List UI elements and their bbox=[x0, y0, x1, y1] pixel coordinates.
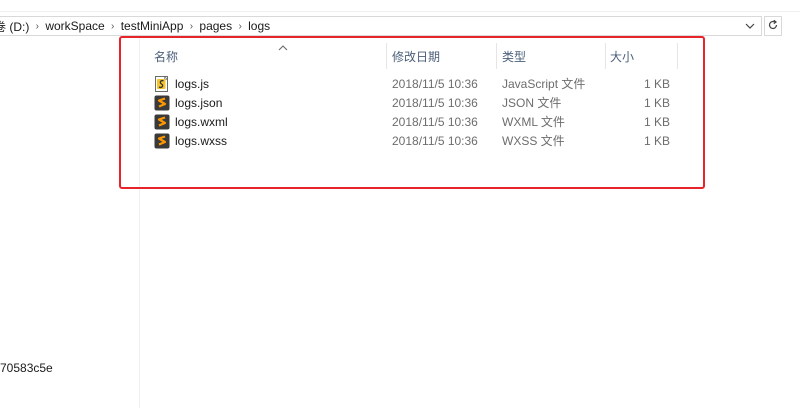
breadcrumb-testminiapp[interactable]: testMiniApp bbox=[121, 19, 184, 33]
file-modified-date: 2018/11/5 10:36 bbox=[392, 133, 478, 148]
file-size: 1 KB bbox=[643, 76, 670, 91]
js-file-icon bbox=[154, 75, 170, 92]
file-row[interactable]: logs.wxss 2018/11/5 10:36 WXSS 文件 1 KB bbox=[140, 131, 680, 150]
file-modified-date: 2018/11/5 10:36 bbox=[392, 114, 478, 129]
sublime-file-icon bbox=[154, 114, 170, 130]
address-bar[interactable]: 卷 (D:) › workSpace › testMiniApp › pages… bbox=[0, 16, 762, 36]
column-header-type[interactable]: 类型 bbox=[502, 43, 606, 69]
column-header-name[interactable]: 名称 bbox=[154, 43, 387, 69]
file-row[interactable]: logs.json 2018/11/5 10:36 JSON 文件 1 KB bbox=[140, 93, 680, 112]
file-name[interactable]: logs.json bbox=[175, 96, 222, 110]
breadcrumb-separator-icon[interactable]: › bbox=[29, 21, 45, 32]
file-type: WXSS 文件 bbox=[502, 134, 565, 148]
breadcrumb-separator-icon[interactable]: › bbox=[105, 21, 121, 32]
sublime-file-icon bbox=[154, 95, 170, 111]
breadcrumb-separator-icon[interactable]: › bbox=[232, 21, 248, 32]
sort-ascending-icon bbox=[278, 41, 288, 51]
file-list-pane[interactable]: 名称 修改日期 类型 大小 logs.js 2018/11/5 10:36 Ja… bbox=[140, 37, 800, 408]
file-name[interactable]: logs.wxml bbox=[175, 115, 228, 129]
file-size: 1 KB bbox=[643, 133, 670, 148]
window-top-strip bbox=[0, 0, 800, 12]
file-row[interactable]: logs.js 2018/11/5 10:36 JavaScript 文件 1 … bbox=[140, 74, 680, 93]
file-size: 1 KB bbox=[643, 114, 670, 129]
navigation-pane[interactable]: 70583c5e bbox=[0, 37, 140, 408]
column-header-size[interactable]: 大小 bbox=[610, 43, 678, 69]
column-header-date[interactable]: 修改日期 bbox=[392, 43, 497, 69]
breadcrumb-separator-icon[interactable]: › bbox=[183, 21, 199, 32]
sublime-file-icon bbox=[154, 133, 170, 149]
refresh-button[interactable] bbox=[764, 16, 782, 36]
file-modified-date: 2018/11/5 10:36 bbox=[392, 95, 478, 110]
nav-item-label[interactable]: 70583c5e bbox=[0, 361, 53, 375]
column-header-row: 名称 修改日期 类型 大小 bbox=[140, 43, 680, 69]
file-name[interactable]: logs.js bbox=[175, 77, 209, 91]
file-type: JSON 文件 bbox=[502, 96, 562, 110]
breadcrumb-logs[interactable]: logs bbox=[248, 19, 270, 33]
breadcrumb-drive[interactable]: 卷 (D:) bbox=[0, 18, 29, 35]
breadcrumb-workspace[interactable]: workSpace bbox=[45, 19, 104, 33]
file-type: WXML 文件 bbox=[502, 115, 565, 129]
file-type: JavaScript 文件 bbox=[502, 77, 586, 91]
breadcrumb: 卷 (D:) › workSpace › testMiniApp › pages… bbox=[0, 17, 270, 35]
chevron-down-icon[interactable] bbox=[743, 19, 757, 33]
refresh-icon bbox=[767, 19, 779, 34]
file-name[interactable]: logs.wxss bbox=[175, 134, 227, 148]
file-modified-date: 2018/11/5 10:36 bbox=[392, 76, 478, 91]
file-row[interactable]: logs.wxml 2018/11/5 10:36 WXML 文件 1 KB bbox=[140, 112, 680, 131]
breadcrumb-pages[interactable]: pages bbox=[199, 19, 232, 33]
file-size: 1 KB bbox=[643, 95, 670, 110]
